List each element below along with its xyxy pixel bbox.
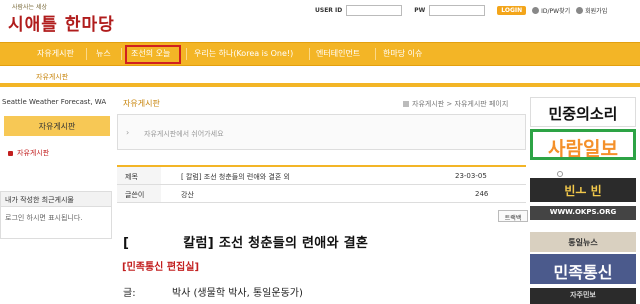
view-count: 246 [475, 190, 489, 198]
password-input[interactable] [429, 4, 486, 16]
author-label: 글쓴이 [117, 185, 161, 202]
user-id-input[interactable] [346, 4, 403, 16]
find-id-pw-label: ID/PW찾기 [541, 7, 571, 15]
nav-item-news[interactable]: 뉴스 [96, 48, 111, 59]
breadcrumb: 자유게시판 > 자유게시판 페이지 [403, 99, 508, 109]
trackback-button[interactable]: 트랙백 [498, 210, 528, 222]
article-body-line: 글: 박사 (생물학 박사, 통일운동가) [123, 284, 303, 299]
join-icon [576, 6, 584, 14]
main-nav: 자유게시판 뉴스 조선의 오늘 우리는 하나(Korea is One!) 엔터… [0, 42, 640, 66]
nav-highlight-box [125, 45, 181, 64]
breadcrumb-text[interactable]: 자유게시판 > 자유게시판 페이지 [412, 99, 508, 109]
article-body-label: 글: [123, 288, 136, 299]
nav-divider [309, 48, 310, 60]
recent-posts-box: 내가 작성한 최근게시물 로그인 하시면 표시됩니다. [0, 191, 112, 239]
ad-banner-minjung[interactable]: 민중의소리 [530, 97, 636, 127]
login-button[interactable]: LOGIN [497, 5, 527, 15]
user-id-label: USER ID [315, 6, 343, 14]
recent-posts-title: 내가 작성한 최근게시물 [1, 192, 111, 207]
chevron-right-icon: › [126, 128, 130, 137]
home-icon [403, 101, 409, 107]
site-logo[interactable]: 사람사는 세상 시애틀 한마당 [8, 2, 118, 40]
nav-item-entertainment[interactable]: 엔터테인먼트 [316, 48, 360, 59]
join-link[interactable]: 회원가입 [576, 6, 607, 15]
subject-value: [ 칼럼] 조선 청춘들의 련애와 결혼 외 [181, 173, 290, 181]
board-description-box: › 자유게시판에서 쉬어가세요 [117, 114, 526, 150]
subnav-item-free-board[interactable]: 자유게시판 [36, 72, 68, 82]
post-meta-table: 제목 [ 칼럼] 조선 청춘들의 련애와 결혼 외 23-03-05 글쓴이 강… [117, 165, 563, 203]
clock-icon [557, 171, 563, 177]
subject-label: 제목 [117, 167, 161, 184]
author-value[interactable]: 강산 [181, 190, 194, 200]
logo-name: 시애틀 한마당 [8, 15, 115, 35]
board-description: 자유게시판에서 쉬어가세요 [144, 130, 224, 138]
nav-divider [121, 48, 122, 60]
weather-link[interactable]: Seattle Weather Forecast, WA [2, 98, 106, 106]
find-id-pw-link[interactable]: ID/PW찾기 [532, 6, 570, 15]
user-icon [532, 6, 540, 14]
join-label: 회원가입 [585, 7, 608, 15]
article-body-value: 박사 (생물학 박사, 통일운동가) [171, 288, 303, 299]
sidebar-item-free-board[interactable]: 자유게시판 [8, 148, 49, 158]
article-title-text: 칼럼] 조선 청춘들의 련애와 결혼 [183, 236, 369, 251]
subject-row: 제목 [ 칼럼] 조선 청춘들의 련애와 결혼 외 23-03-05 [117, 167, 563, 185]
nav-divider [375, 48, 376, 60]
ad-banner-7[interactable]: 자주민보 [530, 288, 636, 304]
nav-item-hanmadang-issue[interactable]: 한마당 이슈 [383, 48, 422, 59]
recent-posts-empty: 로그인 하시면 표시됩니다. [5, 214, 83, 222]
sidebar-title: 자유게시판 [4, 116, 110, 136]
sidebar-item-label: 자유게시판 [17, 149, 50, 157]
bullet-icon [8, 150, 13, 156]
nav-divider [86, 48, 87, 60]
ad-banner-4[interactable]: WWW.OKPS.ORG [530, 206, 636, 220]
ad-banner-saramilbo[interactable]: 사람일보 [530, 129, 636, 160]
article-title-bracket: [ [123, 236, 130, 251]
login-bar: USER ID PW LOGIN ID/PW찾기 회원가입 [315, 4, 613, 16]
ad-banner-tongil[interactable]: 통일뉴스 [530, 232, 636, 252]
article-subtitle: [민족통신 편집실] [122, 262, 200, 273]
nav-item-korea-is-one[interactable]: 우리는 하나(Korea is One!) [194, 48, 293, 59]
nav-item-free-board[interactable]: 자유게시판 [37, 48, 74, 59]
article-title: [ 칼럼] 조선 청춘들의 련애와 결혼 [123, 232, 368, 251]
author-row: 글쓴이 강산 246 [117, 185, 526, 203]
password-label: PW [414, 6, 426, 14]
sub-nav: 자유게시판 [0, 67, 640, 87]
post-date: 23-03-05 [455, 172, 487, 180]
nav-divider [186, 48, 187, 60]
ad-banner-3[interactable]: 빈ㅗ 빈 [530, 178, 636, 202]
ad-banner-minjoktongsin[interactable]: 민족통신 [530, 254, 636, 284]
board-title: 자유게시판 [123, 99, 160, 108]
